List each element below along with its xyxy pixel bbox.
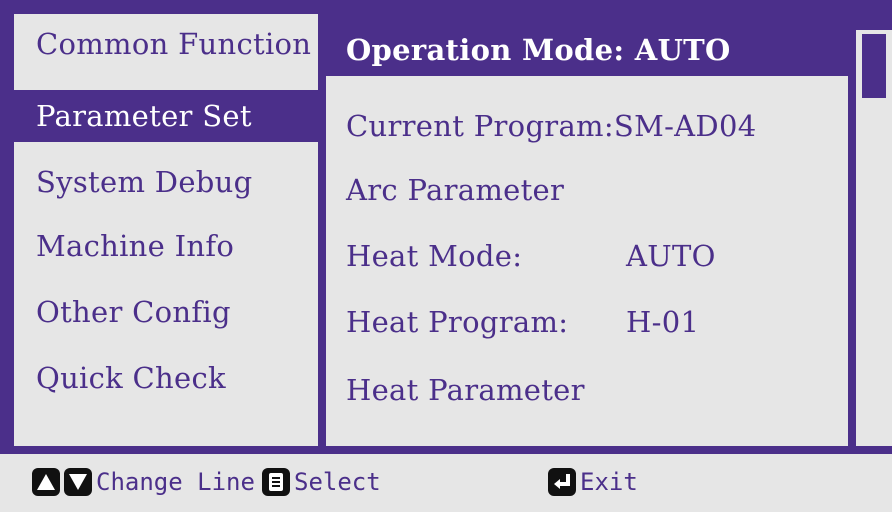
- change-line-hint: Change Line: [96, 468, 255, 496]
- heat-mode-label: Heat Mode:: [346, 239, 523, 273]
- scrollbar-thumb[interactable]: [862, 34, 886, 98]
- heat-program-row[interactable]: Heat Program: H-01: [326, 296, 848, 348]
- heat-mode-row[interactable]: Heat Mode: AUTO: [326, 230, 848, 282]
- menu-item-common-function[interactable]: Common Function: [14, 18, 318, 70]
- menu-panel: Common Function System Debug Machine Inf…: [14, 14, 318, 446]
- menu-item-machine-info[interactable]: Machine Info: [14, 220, 318, 272]
- operation-mode-row[interactable]: Operation Mode: AUTO: [326, 24, 848, 76]
- select-hint: Select: [294, 468, 381, 496]
- menu-item-other-config[interactable]: Other Config: [14, 286, 318, 338]
- current-program-row[interactable]: Current Program:SM-AD04: [326, 100, 848, 152]
- up-arrow-key-icon: [32, 468, 60, 496]
- select-key-icon: [262, 468, 290, 496]
- footer-hint-bar: Change Line Select Exit: [0, 452, 892, 512]
- exit-hint: Exit: [580, 468, 638, 496]
- menu-item-parameter-set[interactable]: Parameter Set: [14, 90, 318, 142]
- enter-key-icon: [548, 468, 576, 496]
- menu-item-quick-check[interactable]: Quick Check: [14, 352, 318, 404]
- down-arrow-key-icon: [64, 468, 92, 496]
- parameter-panel: Current Program:SM-AD04 Arc Parameter He…: [326, 30, 848, 446]
- heat-program-value: H-01: [626, 305, 700, 339]
- heat-parameter-row[interactable]: Heat Parameter: [326, 364, 848, 416]
- heat-program-label: Heat Program:: [346, 305, 569, 339]
- arc-parameter-row[interactable]: Arc Parameter: [326, 164, 848, 216]
- machine-screen: Common Function System Debug Machine Inf…: [0, 0, 892, 512]
- heat-mode-value: AUTO: [626, 239, 716, 273]
- menu-item-system-debug[interactable]: System Debug: [14, 156, 318, 208]
